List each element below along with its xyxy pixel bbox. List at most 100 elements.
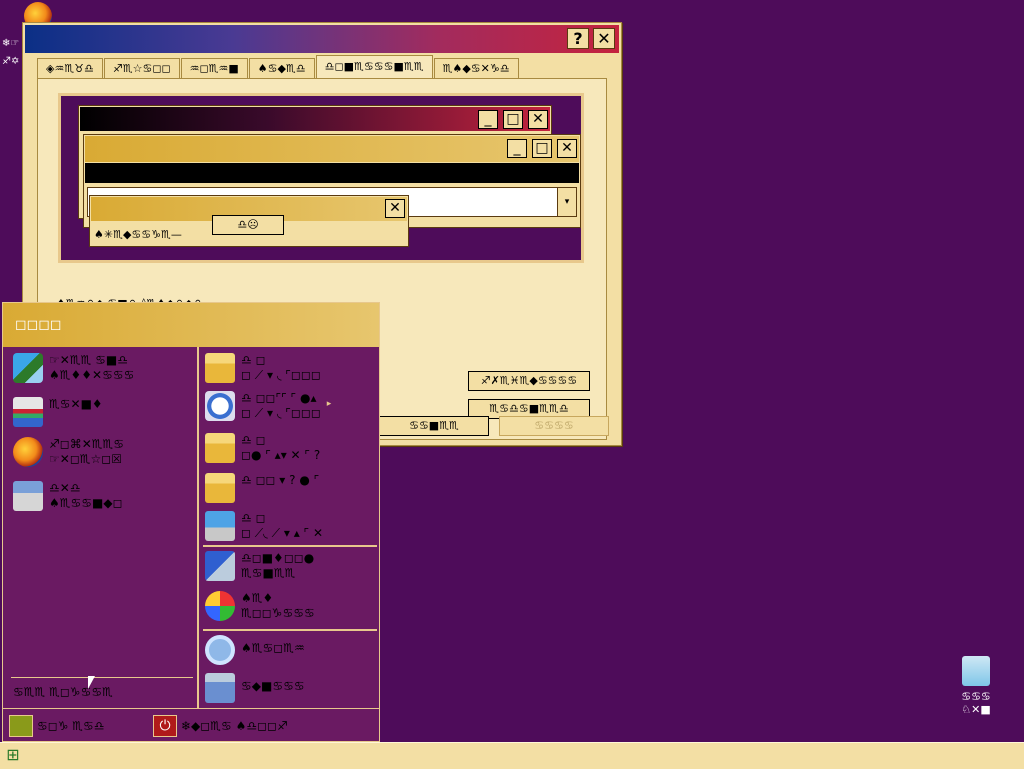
tab-desktop[interactable]: ♐♏☆♋◻◻ [103, 58, 180, 78]
tab-screensaver[interactable]: ♒◻♏♒■ [180, 58, 248, 78]
recycle-bin-label-1: ♋♋♋ [961, 690, 991, 703]
start-item-sublabel: ☞✕◻♏☆◻☒ [49, 452, 123, 466]
pictures-folder-icon [205, 433, 235, 463]
start-item-control-panel[interactable]: ♎◻■♦◻◻● ♏♋■♏♏ [205, 551, 314, 581]
start-item-network[interactable]: ☞✕♏♏ ♋■♎ ♠♏♦♦✕♋♋♋ [13, 353, 134, 383]
message-box-text: ♠✳♏◆♋♋♑♏— [94, 228, 182, 241]
place-label: ♎ ◻ [241, 511, 266, 525]
tab-settings[interactable]: ♏♠◆♋✕♑♎ [433, 58, 519, 78]
message-box-ok-button: ♎☹ [212, 215, 284, 235]
installer-icon [13, 481, 43, 511]
log-off-icon[interactable] [9, 715, 33, 737]
start-menu-divider [203, 629, 377, 631]
close-icon: ✕ [528, 110, 548, 129]
tab-themes[interactable]: ◈♒♏♉♎ [37, 58, 103, 78]
music-folder-icon [205, 473, 235, 503]
ok-button[interactable]: ♋♋■♏♏ [379, 416, 489, 436]
start-item-label: ♏♋✕■♦ [49, 397, 103, 411]
network-icon [13, 353, 43, 383]
recycle-bin-label-2: ♘✕■ [961, 703, 991, 716]
start-item-install[interactable]: ♎✕♎ ♠♏♋♋■◆◻ [13, 481, 123, 511]
desktop-icon-label-1: ❄☞ [2, 38, 20, 49]
start-menu: ◻◻◻◻ ☞✕♏♏ ♋■♎ ♠♏♦♦✕♋♋♋ ♏♋✕■♦ ♐◻⌘✕♏♏♋ ☞✕◻♏☆… [2, 302, 380, 742]
maximize-icon: □ [532, 139, 552, 158]
place-label: ♠♏♋◻♏♒ [241, 641, 305, 655]
place-label: ♠♏♦ [241, 591, 274, 605]
taskbar: ⊞ [0, 742, 1024, 769]
place-label: ♎ ◻◻⌜⌜ ⌜ ●▴ [241, 391, 317, 405]
close-icon: ✕ [557, 139, 577, 158]
preview-active-titlebar: _ □ ✕ [85, 136, 579, 162]
tab-strip: ◈♒♏♉♎ ♐♏☆♋◻◻ ♒◻♏♒■ ♠♋◆♏♎ ♎◻■♏♋♋♋■♏♏ ♏♠◆♋… [37, 55, 520, 78]
start-menu-footer: ♋◻♑ ♏♋♎ ⏻ ❄◆◻♏♋ ♠♎◻◻♐ [3, 709, 379, 741]
documents-folder-icon [205, 353, 235, 383]
recycle-bin-icon [962, 656, 990, 686]
start-item-my-documents[interactable]: ♎ ◻ ◻ ⟋ ▾ ◟ ⌜◻◻◻ [205, 353, 321, 383]
desktop-icon-label-2: ♐✡ [2, 56, 20, 67]
start-menu-places: ♎ ◻ ◻ ⟋ ▾ ◟ ⌜◻◻◻ ♎ ◻◻⌜⌜ ⌜ ●▴ ◻ ⟋ ▾ ◟ ⌜◻◻◻ … [199, 347, 377, 709]
place-label: ♎ ◻◻ ▾ ? ● ⌜ [241, 473, 320, 487]
log-off-button[interactable]: ♋◻♑ ♏♋♎ [37, 719, 105, 733]
start-item-set-program-access[interactable]: ♠♏♦ ♏◻◻♑♋♋♋ [205, 591, 315, 621]
help-button[interactable]: ? [567, 28, 589, 49]
close-button[interactable]: ✕ [593, 28, 615, 49]
place-label: ♎ ◻ [241, 353, 266, 367]
start-item-sublabel: ♠♏♦♦✕♋♋♋ [49, 368, 135, 382]
tab-appearance[interactable]: ♎◻■♏♋♋♋■♏♏ [315, 55, 433, 78]
windows-logo-icon: ⊞ [6, 745, 20, 764]
control-panel-icon [205, 551, 235, 581]
start-item-firefox[interactable]: ♐◻⌘✕♏♏♋ ☞✕◻♏☆◻☒ [13, 437, 124, 467]
start-item-paint[interactable]: ♏♋✕■♦ [13, 397, 103, 427]
preview-inactive-titlebar: _ □ ✕ [80, 107, 550, 131]
recent-documents-icon [205, 391, 235, 421]
preview-menubar [85, 163, 579, 183]
computer-icon [205, 511, 235, 541]
start-item-recent-documents[interactable]: ♎ ◻◻⌜⌜ ⌜ ●▴ ◻ ⟋ ▾ ◟ ⌜◻◻◻ ▸ [205, 391, 331, 421]
place-sublabel: ◻ ⟋ ▾ ◟ ⌜◻◻◻ [241, 406, 321, 420]
start-menu-divider [11, 677, 193, 678]
paint-icon [13, 397, 43, 427]
place-sublabel: ♏◻◻♑♋♋♋ [241, 606, 315, 620]
user-name: ◻◻◻◻ [15, 317, 62, 333]
run-icon [205, 673, 235, 703]
tab-appearance-1[interactable]: ♠♋◆♏♎ [248, 58, 315, 78]
start-item-run[interactable]: ♋◆■♋♋♋ [205, 673, 305, 703]
start-item-label: ♎✕♎ [49, 481, 81, 495]
appearance-preview: _ □ ✕ _ □ ✕ ▾ ✕ ♠✳♏◆♋♋♑♏— ♎☹ [58, 93, 584, 263]
place-label: ♎ ◻ [241, 433, 266, 447]
start-menu-header: ◻◻◻◻ [3, 303, 379, 347]
place-sublabel: ◻ ⟋ ▾ ◟ ⌜◻◻◻ [241, 368, 321, 382]
program-access-icon [205, 591, 235, 621]
start-item-label: ☞✕♏♏ ♋■♎ [49, 353, 128, 367]
start-menu-pinned: ☞✕♏♏ ♋■♎ ♠♏♦♦✕♋♋♋ ♏♋✕■♦ ♐◻⌘✕♏♏♋ ☞✕◻♏☆◻☒ ♎✕… [7, 347, 199, 709]
firefox-icon [13, 437, 43, 467]
apply-button[interactable]: ♋♋♋♋ [499, 416, 609, 436]
place-label: ♎◻■♦◻◻● [241, 551, 315, 565]
preview-scroll-arrow-icon: ▾ [557, 187, 577, 217]
start-button[interactable]: ⊞ [0, 743, 26, 769]
start-item-my-music[interactable]: ♎ ◻◻ ▾ ? ● ⌜ [205, 473, 319, 503]
place-sublabel: ♏♋■♏♏ [241, 566, 296, 580]
start-item-search[interactable]: ♠♏♋◻♏♒ [205, 635, 305, 665]
mouse-cursor [88, 676, 95, 689]
start-item-my-computer[interactable]: ♎ ◻ ◻ ⟋◟ ⟋ ▾ ▴ ⌜ ✕ [205, 511, 323, 541]
maximize-icon: □ [503, 110, 523, 129]
preview-message-box: ✕ ♠✳♏◆♋♋♑♏— ♎☹ [89, 195, 409, 247]
start-menu-divider [203, 545, 377, 547]
minimize-icon: _ [507, 139, 527, 158]
shutdown-icon[interactable]: ⏻ [153, 715, 177, 737]
start-item-label: ♐◻⌘✕♏♏♋ [49, 437, 125, 451]
place-sublabel: ◻ ⟋◟ ⟋ ▾ ▴ ⌜ ✕ [241, 526, 324, 540]
start-item-my-pictures[interactable]: ♎ ◻ ◻● ⌜ ▴▾ ✕ ⌜ ? [205, 433, 320, 463]
shutdown-button[interactable]: ❄◆◻♏♋ ♠♎◻◻♐ [181, 719, 288, 733]
search-icon [205, 635, 235, 665]
all-programs-button[interactable]: ♋♏♏ ♏◻♑♋♋♏ [13, 685, 113, 699]
minimize-icon: _ [478, 110, 498, 129]
effects-button[interactable]: ♐✗♏♓♏◆♋♋♋♋ [468, 371, 590, 391]
start-item-sublabel: ♠♏♋♋■◆◻ [49, 496, 123, 510]
submenu-arrow-icon: ▸ [326, 399, 332, 409]
place-sublabel: ◻● ⌜ ▴▾ ✕ ⌜ ? [241, 448, 321, 462]
place-label: ♋◆■♋♋♋ [241, 679, 305, 693]
desktop-icon-recycle-bin[interactable]: ♋♋♋ ♘✕■ [944, 656, 1008, 716]
dialog-titlebar[interactable]: ? ✕ [25, 25, 619, 53]
